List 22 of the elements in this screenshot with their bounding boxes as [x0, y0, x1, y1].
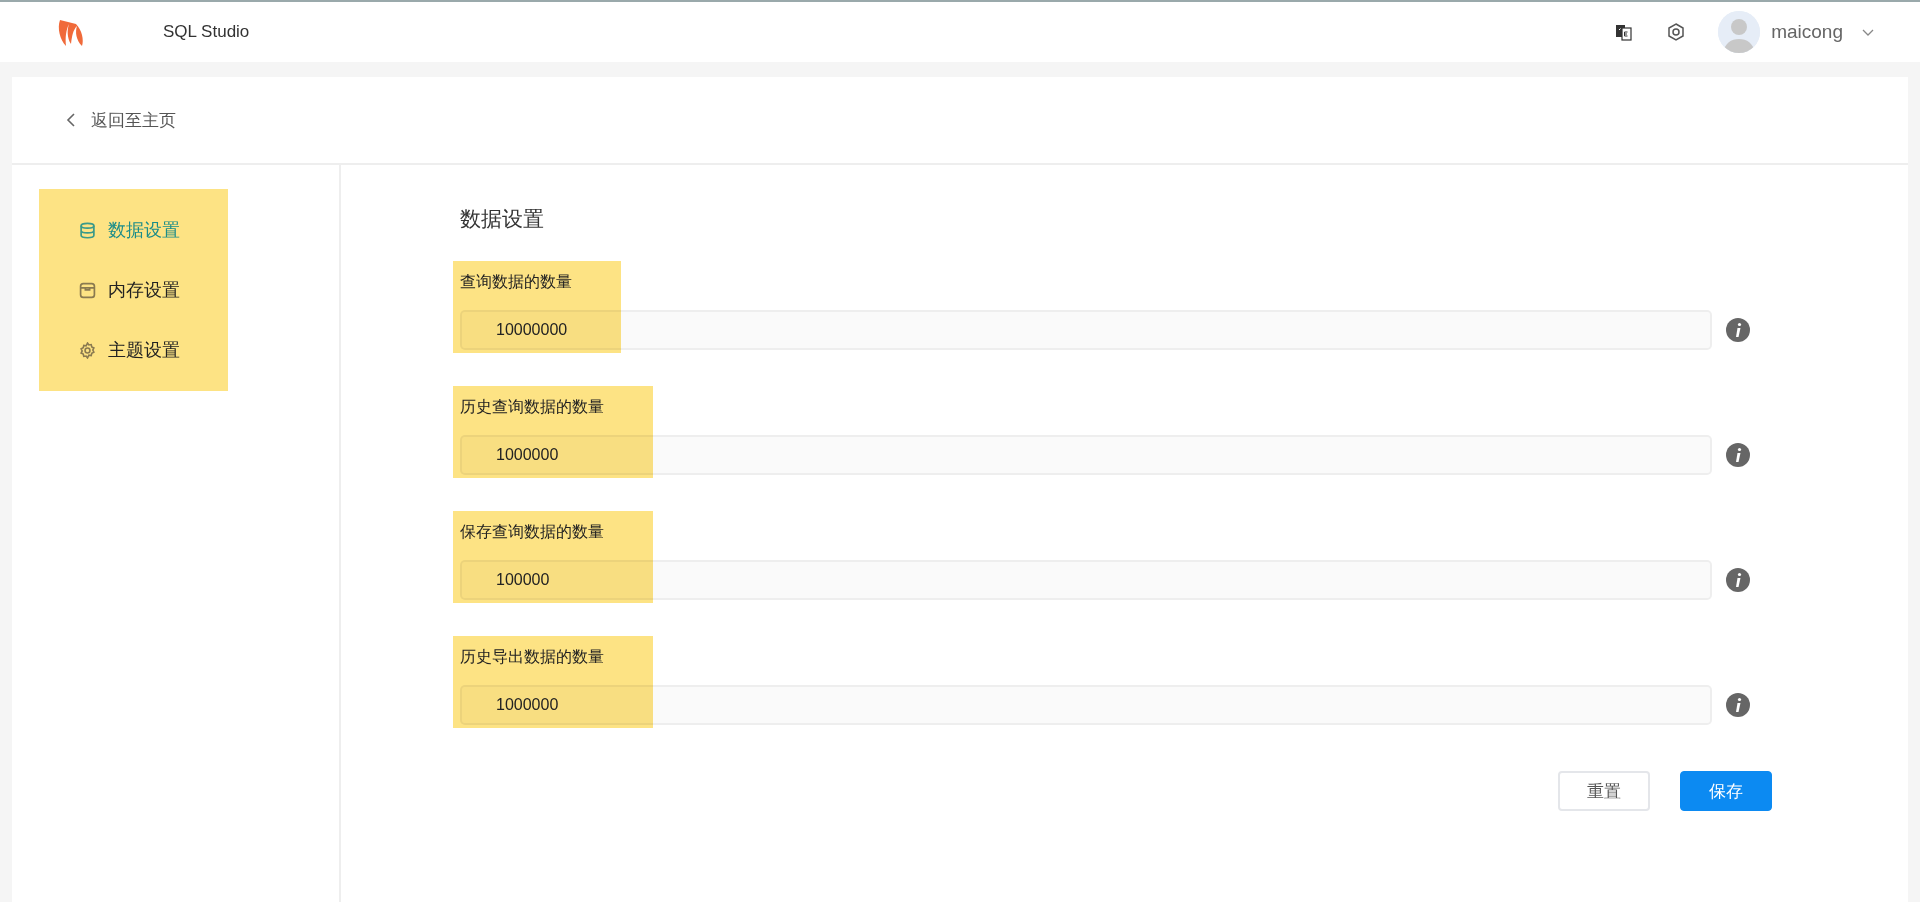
save-button[interactable]: 保存 — [1680, 771, 1772, 811]
sidebar-item[interactable]: 内存设置 — [39, 271, 228, 309]
info-icon[interactable] — [1726, 443, 1750, 467]
info-icon[interactable] — [1726, 568, 1750, 592]
field-label: 查询数据的数量 — [460, 271, 572, 293]
reset-button[interactable]: 重置 — [1558, 771, 1650, 811]
field-label: 历史查询数据的数量 — [460, 396, 604, 418]
info-icon[interactable] — [1726, 318, 1750, 342]
section-title: 数据设置 — [460, 206, 545, 233]
username[interactable]: maicong — [1771, 21, 1843, 43]
back-link[interactable]: 返回至主页 — [65, 108, 176, 132]
database-icon — [79, 221, 96, 239]
field-label: 历史导出数据的数量 — [460, 646, 604, 668]
field-label: 保存查询数据的数量 — [460, 521, 604, 543]
app-name: SQL Studio — [163, 22, 250, 42]
sidebar-item[interactable]: 主题设置 — [39, 331, 228, 369]
info-icon[interactable] — [1726, 693, 1750, 717]
translate-icon[interactable] — [1614, 22, 1635, 42]
box-icon — [79, 281, 96, 299]
settings-icon[interactable] — [1666, 22, 1687, 42]
caret-icon[interactable] — [1861, 27, 1875, 37]
gear-icon — [79, 341, 96, 359]
